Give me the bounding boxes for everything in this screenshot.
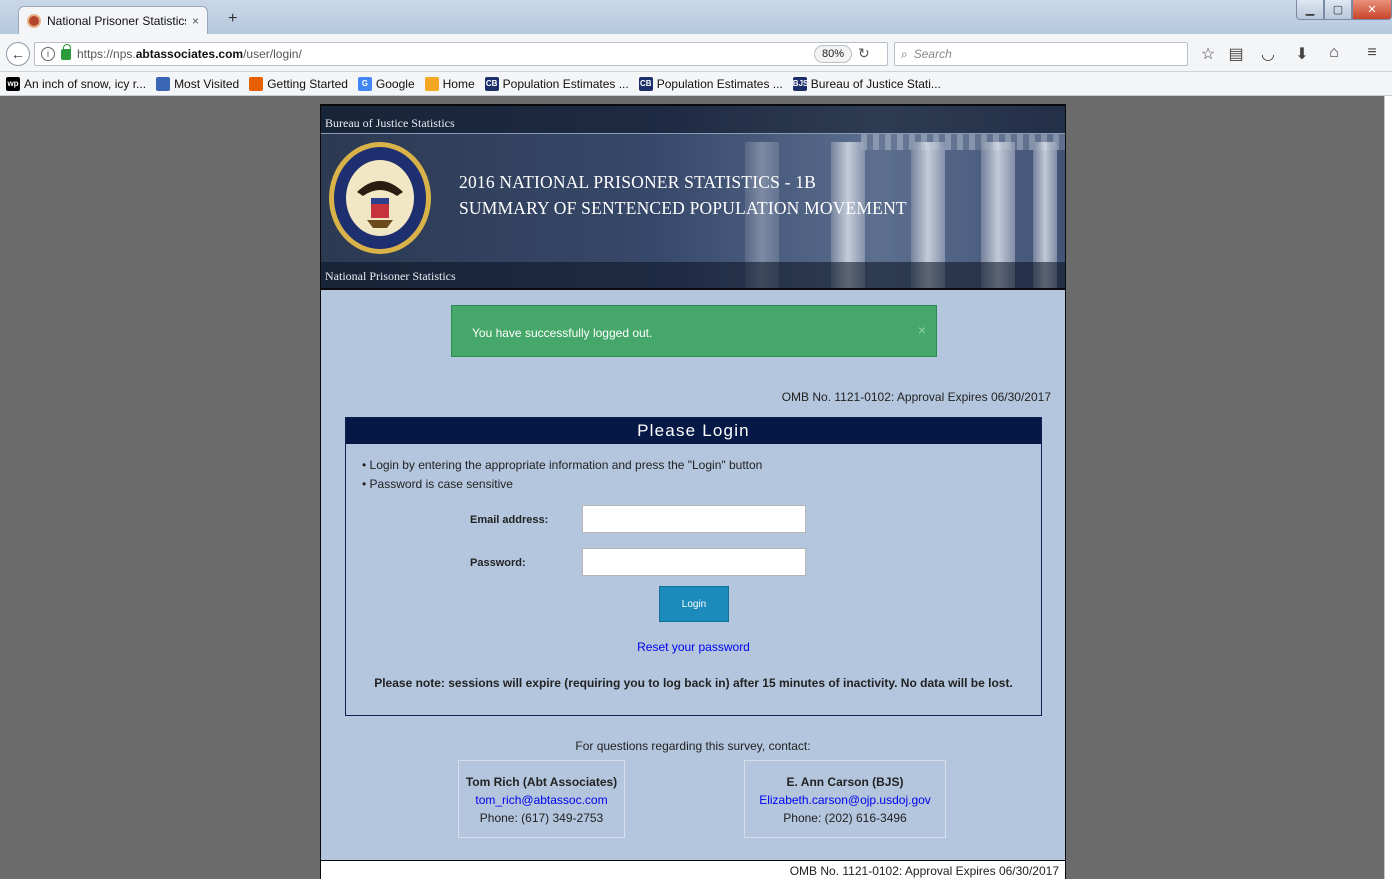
password-field[interactable] — [582, 548, 806, 576]
survey-subtitle: SUMMARY OF SENTENCED POPULATION MOVEMENT — [459, 198, 907, 218]
site-favicon-icon — [27, 13, 41, 28]
window-close-button[interactable]: ✕ — [1352, 0, 1392, 20]
bookmark-favicon-icon: G — [357, 76, 372, 91]
email-label: Email address: — [470, 514, 549, 526]
pocket-icon[interactable]: ◡ — [1258, 44, 1278, 64]
instruction-item: Login by entering the appropriate inform… — [362, 458, 763, 472]
password-label: Password: — [470, 557, 526, 569]
footer-omb-notice: OMB No. 1121-0102: Approval Expires 06/3… — [789, 864, 1059, 878]
bookmark-favicon-icon: CB — [638, 76, 653, 91]
alert-close-icon[interactable]: × — [918, 322, 926, 338]
bookmark-item[interactable]: Getting Started — [249, 76, 348, 91]
session-expiry-note: Please note: sessions will expire (requi… — [374, 676, 1013, 690]
contact-card-bjs: E. Ann Carson (BJS) Elizabeth.carson@ojp… — [744, 760, 946, 838]
bookmark-label: An inch of snow, icy r... — [24, 76, 147, 91]
reload-icon[interactable]: ↻ — [858, 45, 870, 62]
site-info-icon[interactable]: i — [41, 47, 55, 61]
search-placeholder: Search — [913, 47, 952, 61]
browser-tab-active[interactable]: National Prisoner Statistics ... × — [18, 6, 208, 34]
contact-email-link[interactable]: Elizabeth.carson@ojp.usdoj.gov — [745, 791, 945, 809]
new-tab-button[interactable]: + — [228, 10, 237, 28]
banner-bottom-strip: National Prisoner Statistics — [321, 262, 1065, 288]
bookmark-label: Population Estimates ... — [656, 76, 783, 91]
address-bar[interactable]: i https://nps.abtassociates.com/user/log… — [34, 42, 888, 66]
bookmark-item[interactable]: Most Visited — [156, 76, 240, 91]
bookmark-item[interactable]: wp An inch of snow, icy r... — [6, 76, 147, 91]
browser-nav-bar: ← i https://nps.abtassociates.com/user/l… — [0, 34, 1392, 72]
bookmark-item[interactable]: CB Population Estimates ... — [484, 76, 629, 91]
bookmark-label: Population Estimates ... — [502, 76, 629, 91]
email-field[interactable] — [582, 505, 806, 533]
agency-label: Bureau of Justice Statistics — [325, 116, 455, 130]
bookmark-item[interactable]: BJS Bureau of Justice Stati... — [792, 76, 941, 91]
tab-title: National Prisoner Statistics ... — [47, 13, 186, 28]
contact-heading: For questions regarding this survey, con… — [575, 739, 811, 753]
lock-icon — [61, 43, 71, 60]
home-icon[interactable]: ⌂ — [1324, 44, 1344, 62]
login-instructions: Login by entering the appropriate inform… — [362, 458, 763, 496]
window-minimize-button[interactable]: ▁ — [1296, 0, 1324, 20]
contact-email-link[interactable]: tom_rich@abtassoc.com — [459, 791, 624, 809]
doj-seal-icon — [329, 142, 431, 254]
back-button[interactable]: ← — [6, 42, 30, 66]
bookmark-item[interactable]: CB Population Estimates ... — [638, 76, 783, 91]
bookmark-star-icon[interactable]: ☆ — [1198, 44, 1218, 64]
contact-name: Tom Rich (Abt Associates) — [465, 775, 618, 789]
instruction-item: Password is case sensitive — [362, 477, 762, 491]
download-icon[interactable]: ⬇ — [1292, 44, 1312, 64]
bookmark-favicon-icon: BJS — [792, 76, 808, 91]
survey-title: 2016 NATIONAL PRISONER STATISTICS - 1B — [459, 172, 817, 192]
page-scrollbar[interactable] — [1384, 96, 1392, 879]
login-button[interactable]: Login — [659, 586, 729, 622]
bookmark-favicon-icon: wp — [6, 76, 20, 91]
url-text: https://nps.abtassociates.com/user/login… — [77, 47, 302, 61]
window-maximize-button[interactable]: ▢ — [1324, 0, 1352, 20]
search-bar[interactable]: ⌕ Search — [894, 42, 1188, 66]
page-footer: OMB No. 1121-0102: Approval Expires 06/3… — [321, 860, 1065, 879]
close-tab-icon[interactable]: × — [192, 14, 199, 28]
contact-name: E. Ann Carson (BJS) — [786, 775, 904, 789]
bookmark-label: Most Visited — [174, 76, 240, 91]
login-panel: Please Login Login by entering the appro… — [345, 417, 1042, 716]
search-icon: ⌕ — [901, 46, 908, 61]
bookmark-item[interactable]: G Google — [357, 76, 415, 91]
login-heading: Please Login — [346, 418, 1041, 444]
zoom-level-badge[interactable]: 80% — [814, 45, 853, 63]
menu-icon[interactable]: ≡ — [1362, 44, 1382, 62]
reading-list-icon[interactable]: ▤ — [1226, 44, 1246, 64]
contact-phone: Phone: (617) 349-2753 — [479, 811, 604, 825]
contact-phone: Phone: (202) 616-3496 — [783, 811, 907, 825]
bookmark-favicon-icon — [424, 76, 439, 91]
bookmark-label: Home — [442, 76, 475, 91]
reset-password-link[interactable]: Reset your password — [346, 640, 1041, 654]
logout-success-alert: You have successfully logged out. × — [451, 305, 937, 357]
contact-card-abt: Tom Rich (Abt Associates) tom_rich@abtas… — [458, 760, 625, 838]
alert-message: You have successfully logged out. — [472, 326, 653, 340]
banner-top-strip: Bureau of Justice Statistics — [321, 106, 1065, 134]
page-container: Bureau of Justice Statistics 2016 NATION… — [320, 104, 1066, 879]
bookmark-favicon-icon — [156, 76, 171, 91]
bookmark-favicon-icon: CB — [484, 76, 499, 91]
bookmark-label: Google — [375, 76, 415, 91]
bookmark-label: Bureau of Justice Stati... — [810, 76, 941, 91]
header-banner: Bureau of Justice Statistics 2016 NATION… — [321, 106, 1065, 290]
omb-approval-notice: OMB No. 1121-0102: Approval Expires 06/3… — [781, 390, 1051, 404]
bookmark-label: Getting Started — [267, 76, 348, 91]
browser-tab-strip: National Prisoner Statistics ... × + ▁ ▢… — [0, 0, 1392, 34]
back-arrow-icon: ← — [11, 46, 25, 62]
bookmark-favicon-icon — [249, 76, 264, 91]
bookmarks-toolbar: wp An inch of snow, icy r... Most Visited G… — [0, 72, 1392, 96]
program-label: National Prisoner Statistics — [325, 269, 456, 283]
bookmark-item[interactable]: Home — [424, 76, 475, 91]
